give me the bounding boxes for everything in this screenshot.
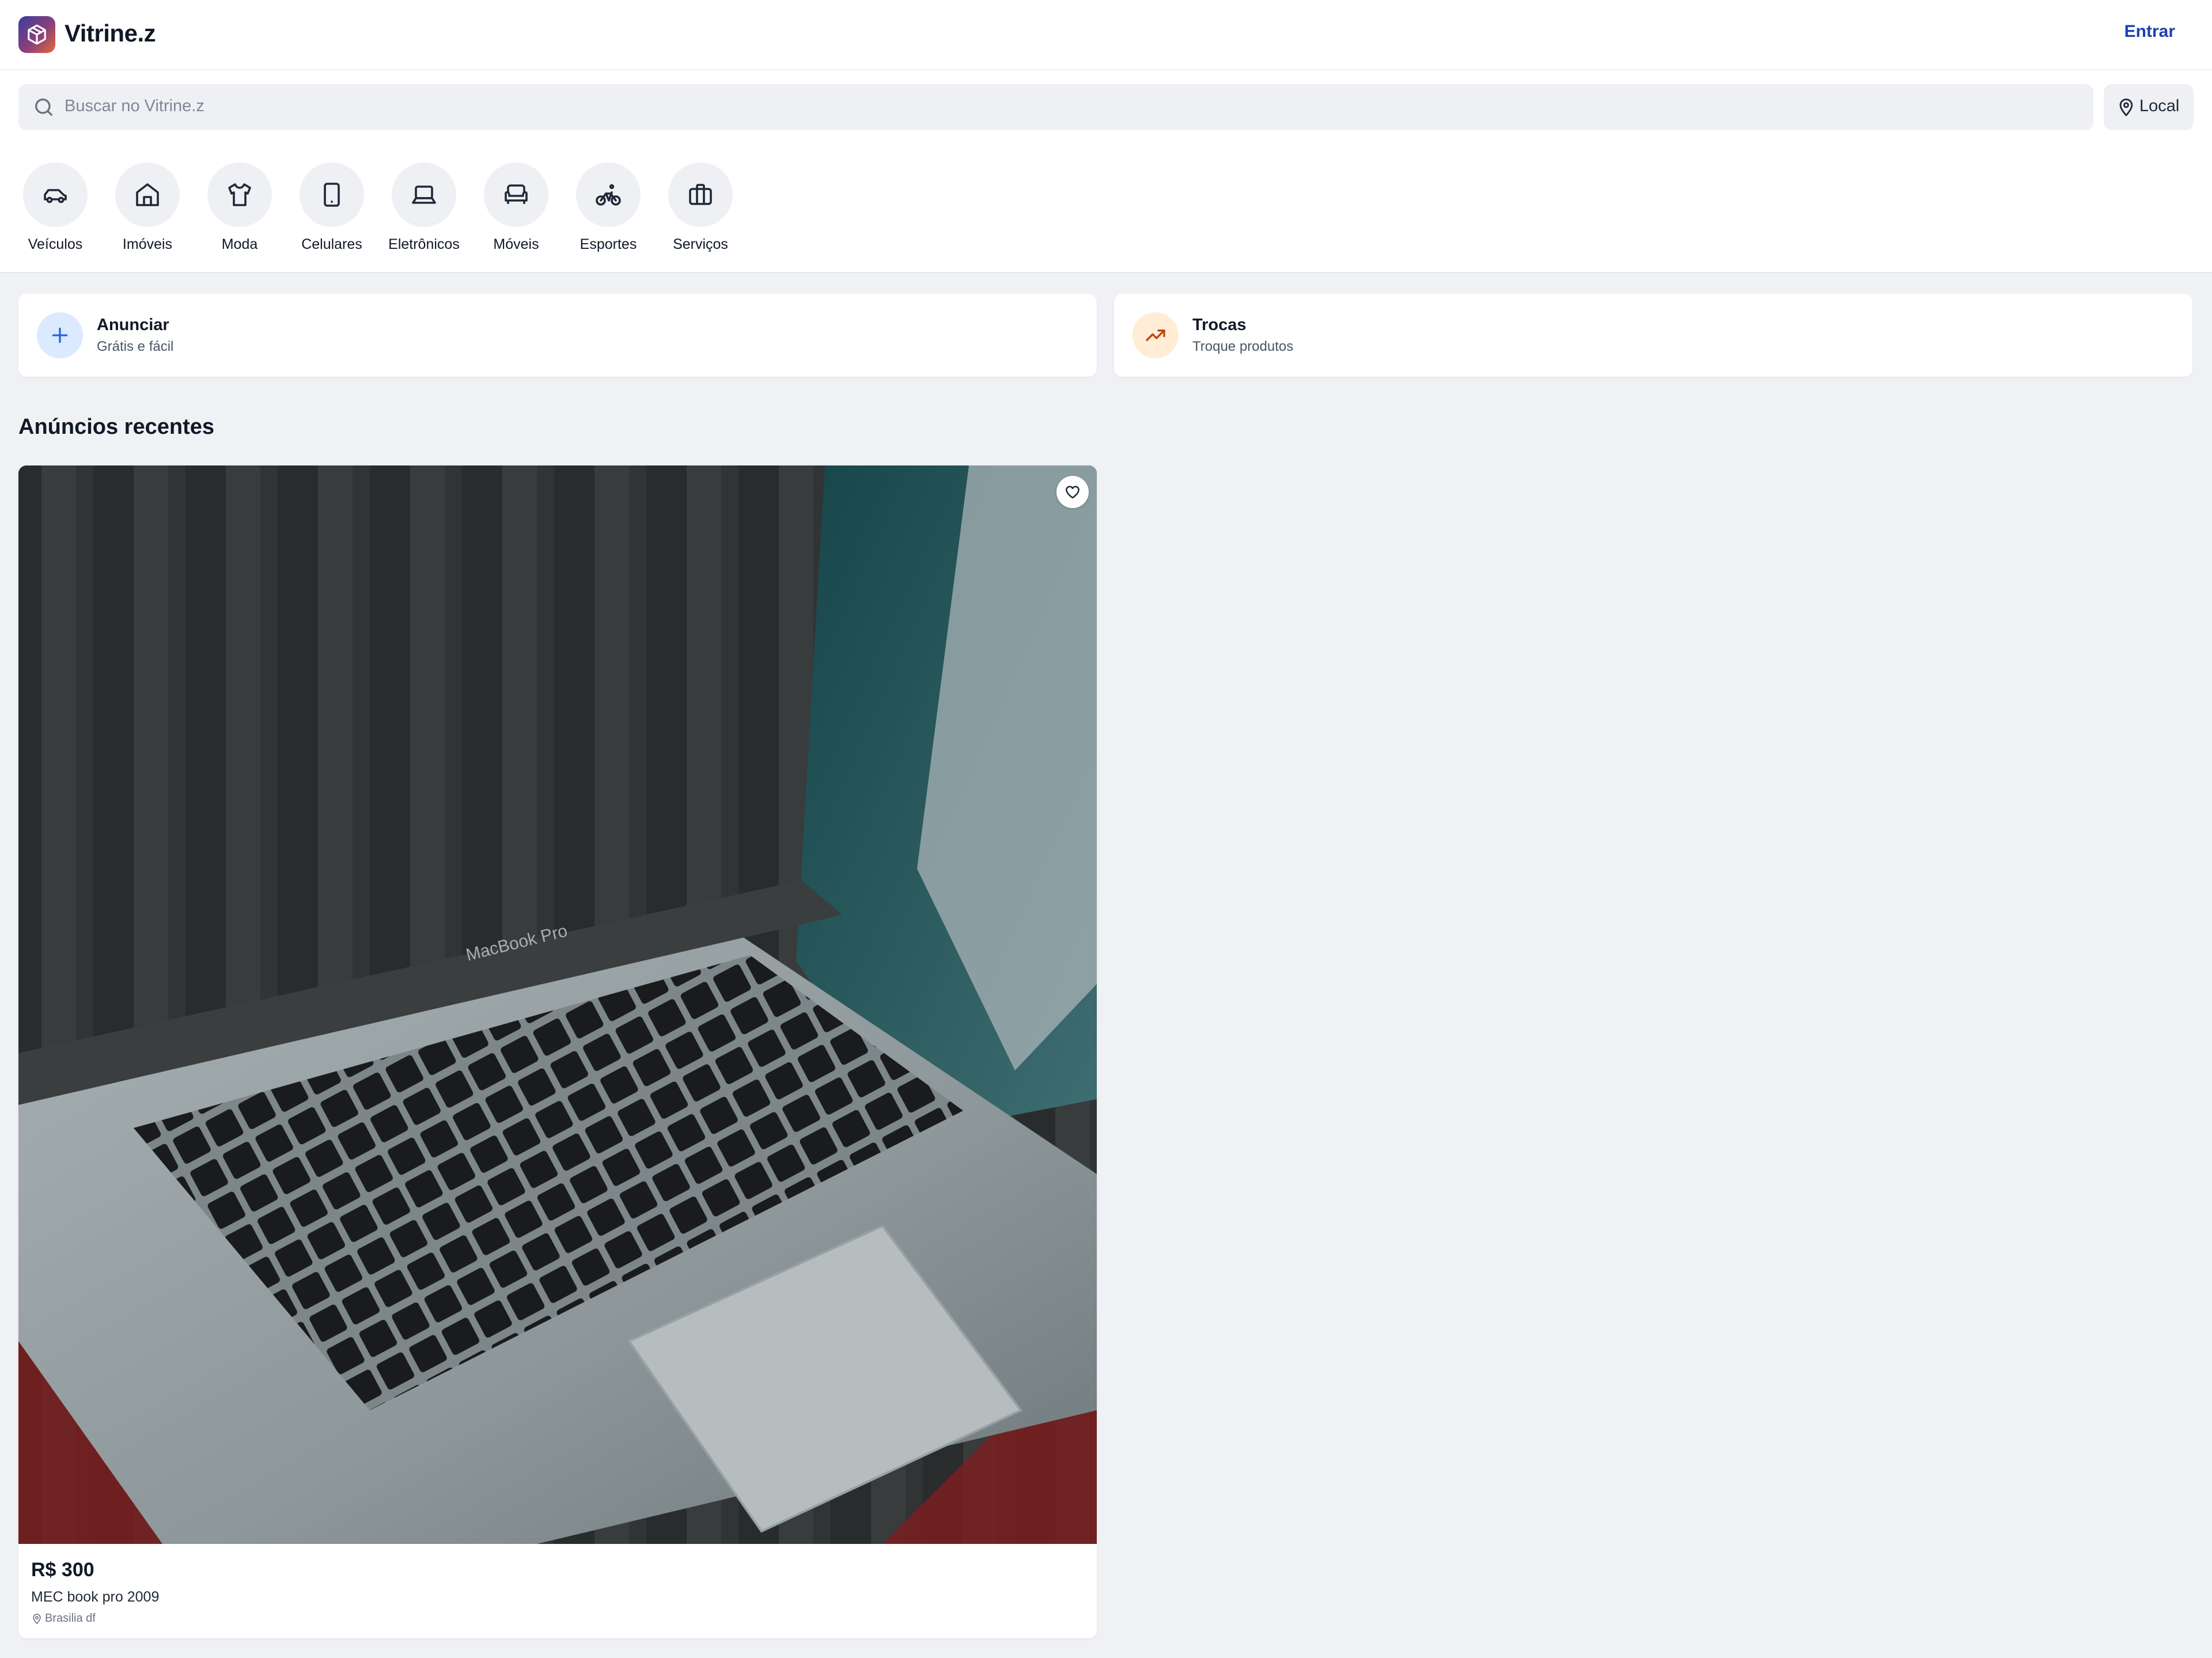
search-bar-row: Buscar no Vitrine.z Local <box>0 70 2212 144</box>
top-bar: Vitrine.z Entrar <box>0 0 2212 70</box>
category-vehicles[interactable]: Veículos <box>9 162 101 260</box>
action-subtitle: Grátis e fácil <box>97 339 174 354</box>
section-title: Anúncios recentes <box>18 415 214 439</box>
listing-location-label: Brasilia df <box>45 1612 96 1625</box>
action-subtitle: Troque produtos <box>1192 339 1294 354</box>
heart-icon[interactable] <box>1056 476 1089 508</box>
house-icon <box>115 162 180 227</box>
sofa-icon <box>484 162 548 227</box>
location-button[interactable]: Local <box>2104 84 2194 130</box>
map-pin-icon <box>33 1613 41 1624</box>
create-listing-card[interactable]: Anunciar Grátis e fácil <box>18 294 1097 377</box>
action-title: Anunciar <box>97 316 169 334</box>
listing-photo[interactable]: MacBook Pro <box>18 465 1097 1544</box>
category-sports[interactable]: Esportes <box>562 162 654 260</box>
trending-up-icon <box>1132 312 1179 358</box>
listing-title: MEC book pro 2009 <box>31 1589 160 1605</box>
category-label: Esportes <box>579 236 637 252</box>
listing-card[interactable]: MacBook Pro R$ 300 MEC book pro 2009 Bra… <box>18 465 1097 1638</box>
category-real-estate[interactable]: Imóveis <box>101 162 194 260</box>
car-icon <box>23 162 88 227</box>
category-label: Serviços <box>673 236 728 252</box>
smartphone-icon <box>300 162 364 227</box>
search-input[interactable]: Buscar no Vitrine.z <box>18 84 2093 130</box>
laptop-icon <box>392 162 456 227</box>
category-label: Eletrônicos <box>388 236 460 252</box>
map-pin-icon <box>2119 99 2133 116</box>
briefcase-icon <box>668 162 733 227</box>
shirt-icon <box>207 162 272 227</box>
location-label: Local <box>2139 97 2180 115</box>
plus-icon <box>37 312 83 358</box>
category-label: Moda <box>221 236 258 252</box>
search-placeholder: Buscar no Vitrine.z <box>65 97 204 115</box>
package-icon[interactable] <box>18 16 55 53</box>
listing-location: Brasilia df <box>31 1612 96 1625</box>
category-label: Celulares <box>301 236 362 252</box>
category-services[interactable]: Serviços <box>654 162 747 260</box>
category-furniture[interactable]: Móveis <box>470 162 562 260</box>
search-icon <box>35 99 53 116</box>
category-label: Veículos <box>28 236 83 252</box>
category-label: Móveis <box>493 236 539 252</box>
category-bar: Veículos Imóveis Moda Celulares Eletrôni… <box>0 144 2212 273</box>
login-link[interactable]: Entrar <box>2124 22 2175 41</box>
category-phones[interactable]: Celulares <box>286 162 378 260</box>
category-electronics[interactable]: Eletrônicos <box>378 162 470 260</box>
trades-card[interactable]: Trocas Troque produtos <box>1114 294 2192 377</box>
bike-icon <box>576 162 641 227</box>
listing-price: R$ 300 <box>31 1559 94 1581</box>
action-title: Trocas <box>1192 316 1247 334</box>
category-fashion[interactable]: Moda <box>194 162 286 260</box>
category-label: Imóveis <box>122 236 173 252</box>
brand-name[interactable]: Vitrine.z <box>65 20 156 47</box>
